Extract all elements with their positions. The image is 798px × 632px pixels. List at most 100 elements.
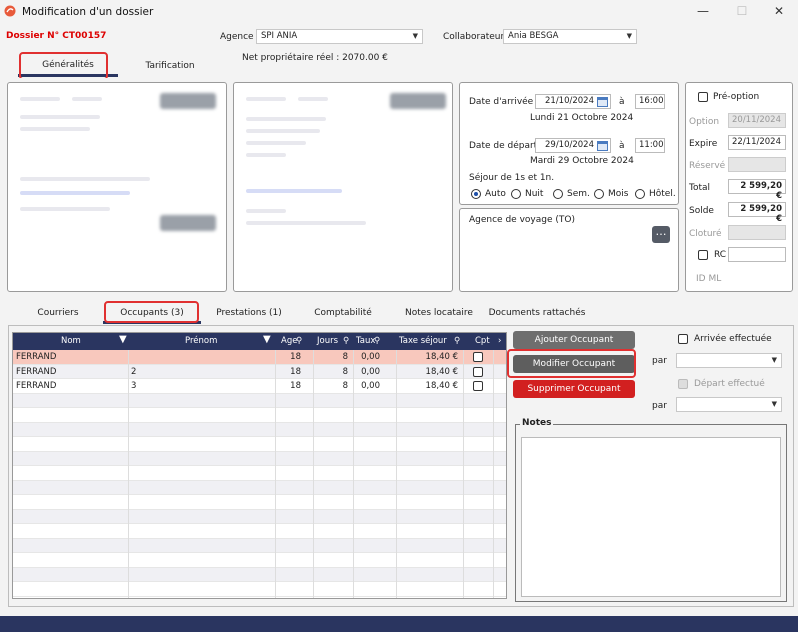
status-panel: Pré-option Option 20/11/2024 Expire 22/1… — [685, 82, 793, 292]
table-row[interactable] — [13, 553, 506, 568]
column-divider — [353, 350, 354, 598]
arrivee-par-select[interactable]: ▼ — [676, 353, 782, 368]
col-taux[interactable]: Taux — [356, 336, 375, 346]
chevron-down-icon: ▼ — [771, 400, 777, 408]
agence-label: Agence — [220, 32, 254, 42]
cpt-checkbox[interactable] — [473, 366, 483, 377]
agence-voyage-label: Agence de voyage (TO) — [469, 215, 575, 225]
tab-label: Notes locataire — [405, 308, 473, 318]
redacted-block — [390, 93, 446, 109]
chevron-right-icon[interactable]: › — [498, 336, 501, 346]
supprimer-occupant-button[interactable]: Supprimer Occupant — [513, 380, 635, 398]
cell-age: 18 — [290, 381, 301, 391]
tab-tarification[interactable]: Tarification — [130, 61, 210, 71]
table-row[interactable] — [13, 495, 506, 510]
close-icon[interactable]: ✕ — [771, 4, 787, 18]
redacted-text — [20, 177, 150, 181]
column-divider — [128, 350, 129, 598]
collaborateur-select[interactable]: Ania BESGA ▼ — [503, 29, 637, 44]
table-row[interactable] — [13, 393, 506, 408]
depart-effectue-label: Départ effectué — [694, 379, 765, 389]
rc-checkbox[interactable] — [698, 250, 708, 260]
ajouter-occupant-button[interactable]: Ajouter Occupant — [513, 331, 635, 349]
option-date-field: 20/11/2024 — [728, 113, 786, 128]
app-logo-icon — [4, 5, 16, 17]
tab-label: Comptabilité — [314, 308, 372, 318]
a-label: à — [619, 97, 625, 107]
radio-mois[interactable] — [594, 189, 604, 199]
filter-icon[interactable]: ▼ — [119, 334, 127, 345]
radio-auto[interactable] — [471, 189, 481, 199]
redacted-text — [20, 127, 90, 131]
cpt-checkbox[interactable] — [473, 381, 483, 391]
idml-label: ID ML — [696, 274, 722, 284]
arrivee-date-input[interactable]: 21/10/2024 — [535, 94, 611, 109]
col-age[interactable]: Age — [281, 336, 297, 346]
cell-prenom: 3 — [131, 381, 137, 391]
cell-age: 18 — [290, 366, 301, 377]
tab-comptabilite[interactable]: Comptabilité — [306, 308, 380, 318]
collab-label: Collaborateur — [443, 32, 505, 42]
col-cpt[interactable]: Cpt — [475, 336, 490, 346]
tab-prestations[interactable]: Prestations (1) — [210, 308, 288, 318]
tab-notes-locataire[interactable]: Notes locataire — [397, 308, 481, 318]
preoption-label: Pré-option — [713, 92, 760, 102]
radio-sem[interactable] — [553, 189, 563, 199]
notes-textarea[interactable] — [521, 437, 781, 597]
table-row[interactable]: FERRAND 2 18 8 0,00 18,40 € — [13, 364, 506, 379]
search-icon[interactable]: ⚲ — [454, 336, 460, 346]
table-row[interactable] — [13, 408, 506, 423]
table-row[interactable]: FERRAND 3 18 8 0,00 18,40 € — [13, 379, 506, 394]
agence-select[interactable]: SPI ANIA ▼ — [256, 29, 423, 44]
column-divider — [463, 350, 464, 598]
depart-time-input[interactable]: 11:00 — [635, 138, 665, 153]
expire-date-field[interactable]: 22/11/2024 — [728, 135, 786, 150]
calendar-icon[interactable] — [597, 96, 608, 107]
tab-documents-rattaches[interactable]: Documents rattachés — [487, 308, 587, 318]
search-icon[interactable]: ⚲ — [374, 336, 380, 346]
cloture-label: Cloturé — [689, 229, 722, 239]
cpt-checkbox[interactable] — [473, 352, 483, 362]
minimize-icon[interactable]: — — [695, 4, 711, 18]
radio-mois-label: Mois — [608, 189, 629, 199]
table-row[interactable] — [13, 466, 506, 481]
redacted-text — [246, 153, 286, 157]
col-nom[interactable]: Nom — [61, 336, 81, 346]
table-row[interactable] — [13, 451, 506, 466]
radio-hotel[interactable] — [635, 189, 645, 199]
filter-icon[interactable]: ▼ — [263, 334, 271, 345]
highlight-frame — [507, 349, 636, 378]
col-jours[interactable]: Jours — [317, 336, 338, 346]
table-row[interactable] — [13, 437, 506, 452]
radio-nuit[interactable] — [511, 189, 521, 199]
rc-field[interactable] — [728, 247, 786, 262]
table-row[interactable] — [13, 524, 506, 539]
table-row[interactable] — [13, 582, 506, 597]
redacted-text — [246, 209, 286, 213]
calendar-icon[interactable] — [597, 140, 608, 151]
table-row[interactable] — [13, 567, 506, 582]
more-options-button[interactable]: … — [652, 226, 670, 243]
tab-courriers[interactable]: Courriers — [28, 308, 88, 318]
cloture-field — [728, 225, 786, 240]
depart-par-select[interactable]: ▼ — [676, 397, 782, 412]
redacted-text — [246, 141, 306, 145]
tab-label: Tarification — [145, 61, 195, 71]
table-row[interactable]: FERRAND 18 8 0,00 18,40 € — [13, 350, 506, 365]
table-row[interactable] — [13, 422, 506, 437]
col-prenom[interactable]: Prénom — [185, 336, 217, 346]
table-row[interactable] — [13, 480, 506, 495]
col-taxe[interactable]: Taxe séjour — [399, 336, 447, 346]
cell-jours: 8 — [342, 352, 348, 362]
search-icon[interactable]: ⚲ — [296, 336, 302, 346]
cell-nom: FERRAND — [16, 381, 57, 391]
search-icon[interactable]: ⚲ — [343, 336, 349, 346]
arrivee-effectuee-checkbox[interactable] — [678, 334, 688, 344]
depart-date-input[interactable]: 29/10/2024 — [535, 138, 611, 153]
arrivee-time-input[interactable]: 16:00 — [635, 94, 665, 109]
maximize-icon[interactable]: ☐ — [734, 4, 750, 18]
table-row[interactable] — [13, 509, 506, 524]
table-row[interactable] — [13, 538, 506, 553]
preoption-checkbox[interactable] — [698, 92, 708, 102]
cell-nom: FERRAND — [16, 366, 57, 377]
